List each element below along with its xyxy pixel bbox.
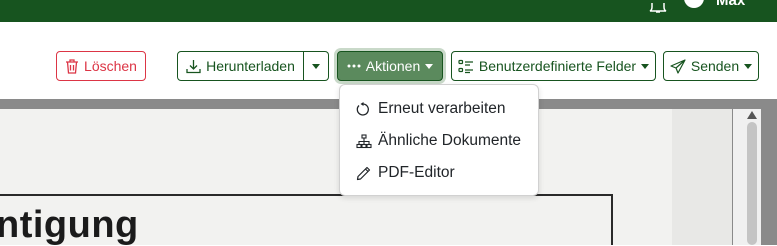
delete-button[interactable]: Löschen bbox=[56, 51, 146, 81]
actions-button[interactable]: Aktionen bbox=[337, 51, 443, 81]
actions-dropdown-menu: Erneut verarbeiten Ähnliche Dokumente PD… bbox=[339, 84, 539, 196]
list-fields-icon bbox=[458, 59, 474, 74]
menu-item-pdf-editor[interactable]: PDF-Editor bbox=[340, 159, 538, 187]
download-options-toggle[interactable] bbox=[304, 51, 329, 81]
document-page-margin bbox=[672, 109, 732, 245]
send-button[interactable]: Senden bbox=[663, 51, 759, 81]
menu-item-label: Ähnliche Dokumente bbox=[378, 132, 522, 149]
menu-item-label: PDF-Editor bbox=[378, 164, 455, 181]
send-button-label: Senden bbox=[690, 58, 740, 74]
send-icon bbox=[670, 58, 686, 74]
refresh-icon bbox=[356, 101, 371, 117]
custom-fields-button[interactable]: Benutzerdefinierte Felder bbox=[451, 51, 656, 81]
diagram-icon bbox=[356, 133, 372, 149]
trash-icon bbox=[65, 58, 79, 74]
chevron-down-icon bbox=[641, 63, 650, 69]
delete-button-label: Löschen bbox=[84, 58, 137, 74]
ellipsis-icon bbox=[347, 64, 361, 68]
username[interactable]: Max bbox=[716, 0, 745, 8]
pencil-icon bbox=[356, 166, 371, 181]
document-heading-text: ntigung bbox=[0, 204, 139, 246]
chevron-down-icon bbox=[744, 63, 753, 69]
document-rule-vertical bbox=[611, 194, 613, 245]
menu-item-label: Erneut verarbeiten bbox=[378, 100, 506, 117]
download-button[interactable]: Herunterladen bbox=[177, 51, 304, 81]
custom-fields-button-label: Benutzerdefinierte Felder bbox=[478, 58, 637, 74]
chevron-down-icon bbox=[312, 63, 320, 69]
download-icon bbox=[186, 59, 201, 74]
chevron-down-icon bbox=[425, 63, 434, 69]
menu-item-similar-documents[interactable]: Ähnliche Dokumente bbox=[340, 127, 538, 155]
download-button-label: Herunterladen bbox=[206, 58, 295, 74]
actions-button-label: Aktionen bbox=[365, 58, 421, 74]
menu-item-reprocess[interactable]: Erneut verarbeiten bbox=[340, 95, 538, 123]
scroll-thumb[interactable] bbox=[747, 122, 757, 245]
scroll-up-arrow[interactable] bbox=[747, 111, 757, 119]
bell-icon[interactable] bbox=[648, 0, 668, 13]
